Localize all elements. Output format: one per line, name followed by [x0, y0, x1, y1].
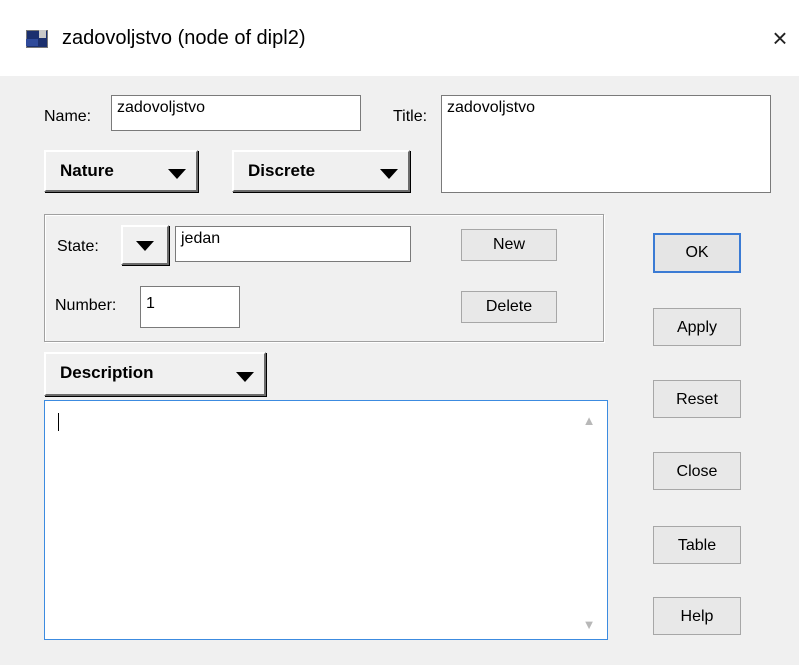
- description-dropdown-label: Description: [60, 363, 154, 382]
- scroll-down-icon[interactable]: ▼: [579, 617, 599, 635]
- discrete-dropdown[interactable]: Discrete: [232, 150, 410, 192]
- description-dropdown[interactable]: Description: [44, 352, 266, 396]
- number-label: Number:: [55, 297, 117, 314]
- state-dropdown-button[interactable]: [121, 225, 169, 265]
- description-textarea[interactable]: ▲ ▼: [44, 400, 608, 640]
- title-label: Title:: [393, 108, 428, 125]
- state-label: State:: [57, 238, 99, 255]
- name-field[interactable]: zadovoljstvo: [111, 95, 361, 131]
- dialog-window: zadovoljstvo (node of dipl2) × Name: zad…: [0, 0, 799, 665]
- delete-state-button[interactable]: Delete: [461, 291, 557, 323]
- node-window-icon: [26, 30, 48, 48]
- number-field[interactable]: 1: [140, 286, 240, 328]
- discrete-dropdown-label: Discrete: [248, 161, 316, 180]
- ok-button[interactable]: OK: [653, 233, 741, 273]
- triangle-down-icon: [168, 169, 186, 179]
- state-field[interactable]: jedan: [175, 226, 411, 262]
- close-button[interactable]: Close: [653, 452, 741, 490]
- apply-button[interactable]: Apply: [653, 308, 741, 346]
- scroll-up-icon[interactable]: ▲: [579, 413, 599, 431]
- title-field[interactable]: zadovoljstvo: [441, 95, 771, 193]
- help-button[interactable]: Help: [653, 597, 741, 635]
- nature-dropdown-label: Nature: [60, 161, 114, 180]
- new-state-button[interactable]: New: [461, 229, 557, 261]
- reset-button[interactable]: Reset: [653, 380, 741, 418]
- text-caret: [58, 413, 59, 431]
- name-label: Name:: [44, 108, 92, 125]
- table-button[interactable]: Table: [653, 526, 741, 564]
- nature-dropdown[interactable]: Nature: [44, 150, 198, 192]
- triangle-down-icon: [136, 241, 154, 251]
- title-bar[interactable]: zadovoljstvo (node of dipl2) ×: [0, 0, 799, 76]
- triangle-down-icon: [380, 169, 398, 179]
- window-title: zadovoljstvo (node of dipl2): [62, 27, 306, 49]
- triangle-down-icon: [236, 372, 254, 382]
- close-icon[interactable]: ×: [761, 18, 799, 58]
